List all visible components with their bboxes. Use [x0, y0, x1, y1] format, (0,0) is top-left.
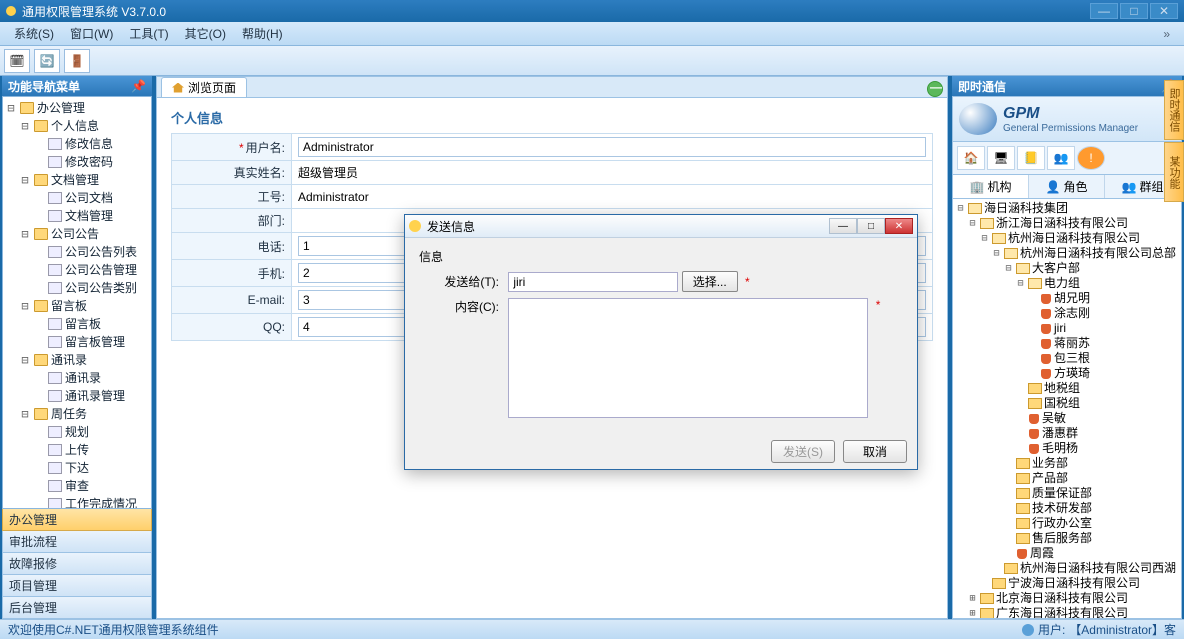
select-recipient-button[interactable]: 选择...	[682, 271, 738, 292]
accordion: 办公管理 审批流程 故障报修 项目管理 后台管理	[2, 509, 152, 619]
menu-bar: 系统(S) 窗口(W) 工具(T) 其它(O) 帮助(H) »	[0, 22, 1184, 46]
toolbar-refresh-icon[interactable]: 🔄	[34, 49, 60, 73]
status-user: 【Administrator】客	[1069, 621, 1176, 638]
accordion-backend[interactable]: 后台管理	[2, 597, 152, 619]
group-icon: 👥	[1122, 180, 1137, 194]
dialog-maximize-button[interactable]: □	[857, 218, 885, 234]
realname-cell: 超级管理员	[292, 161, 933, 185]
home-icon	[172, 83, 184, 93]
menu-tools[interactable]: 工具(T)	[121, 23, 176, 44]
minimize-button[interactable]: —	[1090, 3, 1118, 19]
gpm-subtitle: General Permissions Manager	[1003, 123, 1138, 134]
tree-root[interactable]: 办公管理	[37, 100, 85, 116]
im-screen-icon[interactable]: 🖥	[987, 146, 1015, 170]
window-title: 通用权限管理系统 V3.7.0.0	[22, 3, 166, 20]
message-content-input[interactable]	[508, 298, 868, 418]
send-message-dialog: 发送信息 — □ ✕ 信息 发送给(T): 选择... * 内容(C): * 发…	[404, 214, 918, 470]
menu-window[interactable]: 窗口(W)	[62, 23, 121, 44]
accordion-project[interactable]: 项目管理	[2, 575, 152, 597]
org-tree[interactable]: ⊟海日涵科技集团 ⊟浙江海日涵科技有限公司 ⊟杭州海日涵科技有限公司 ⊟杭州海日…	[952, 199, 1182, 619]
right-tabs: 🏢机构 👤角色 👥群组	[952, 175, 1182, 199]
person-icon	[1041, 369, 1051, 379]
nav-panel-title: 功能导航菜单	[8, 78, 80, 95]
tab-strip: 浏览页面	[156, 76, 948, 98]
tab-label: 浏览页面	[188, 79, 236, 96]
person-icon	[1029, 444, 1039, 454]
required-marker: *	[876, 298, 881, 312]
person-icon	[1041, 294, 1051, 304]
dialog-icon	[409, 220, 421, 232]
close-button[interactable]: ✕	[1150, 3, 1178, 19]
org-icon: 🏢	[970, 180, 985, 194]
menu-chevron-icon[interactable]: »	[1155, 25, 1178, 43]
form-title: 个人信息	[171, 108, 933, 127]
cancel-button[interactable]: 取消	[843, 440, 907, 463]
status-user-label: 用户:	[1038, 621, 1065, 638]
im-alert-icon[interactable]: !	[1077, 146, 1105, 170]
toolbar: 🗓 🔄 🚪	[0, 46, 1184, 76]
window-titlebar: 通用权限管理系统 V3.7.0.0 — □ ✕	[0, 0, 1184, 22]
person-icon	[1041, 324, 1051, 334]
person-icon	[1029, 429, 1039, 439]
maximize-button[interactable]: □	[1120, 3, 1148, 19]
recipient-label: 发送给(T):	[419, 273, 499, 290]
send-button[interactable]: 发送(S)	[771, 440, 835, 463]
accordion-office[interactable]: 办公管理	[2, 509, 152, 531]
nav-tree[interactable]: ⊟办公管理 ⊟个人信息 修改信息 修改密码 ⊟文档管理 公司文档 文档管理	[2, 96, 152, 509]
tab-org[interactable]: 🏢机构	[953, 175, 1029, 198]
recipient-input[interactable]	[508, 272, 678, 292]
user-icon	[1022, 624, 1034, 636]
gpm-logo-icon	[959, 103, 997, 135]
gpm-banner: GPM General Permissions Manager	[952, 96, 1182, 142]
username-input[interactable]	[298, 137, 926, 157]
status-welcome: 欢迎使用C#.NET通用权限管理系统组件	[8, 621, 219, 638]
dialog-titlebar[interactable]: 发送信息 — □ ✕	[405, 215, 917, 238]
tab-browse[interactable]: 浏览页面	[161, 77, 247, 97]
dialog-minimize-button[interactable]: —	[829, 218, 857, 234]
role-icon: 👤	[1046, 180, 1061, 194]
im-people-icon[interactable]: 👥	[1047, 146, 1075, 170]
workno-cell: Administrator	[292, 185, 933, 209]
required-marker: *	[745, 275, 750, 289]
tab-role[interactable]: 👤角色	[1029, 175, 1105, 198]
menu-help[interactable]: 帮助(H)	[234, 23, 291, 44]
gpm-name: GPM	[1003, 105, 1138, 123]
person-icon	[1041, 354, 1051, 364]
toolbar-exit-icon[interactable]: 🚪	[64, 49, 90, 73]
status-bar: 欢迎使用C#.NET通用权限管理系统组件 用户: 【Administrator】…	[0, 619, 1184, 639]
person-icon	[1029, 414, 1039, 424]
side-other-button[interactable]: 某功能	[1164, 142, 1184, 202]
dialog-group-label: 信息	[419, 248, 903, 265]
toolbar-calendar-icon[interactable]: 🗓	[4, 49, 30, 73]
menu-other[interactable]: 其它(O)	[177, 23, 234, 44]
app-icon	[6, 6, 16, 16]
im-book-icon[interactable]: 📒	[1017, 146, 1045, 170]
tab-collapse-button[interactable]	[927, 81, 943, 97]
accordion-approval[interactable]: 审批流程	[2, 531, 152, 553]
content-label: 内容(C):	[419, 298, 499, 315]
pin-icon[interactable]: 📌	[131, 79, 146, 93]
dialog-close-button[interactable]: ✕	[885, 218, 913, 234]
side-im-button[interactable]: 即时通信	[1164, 80, 1184, 140]
im-panel-header: 即时通信 📌	[952, 76, 1182, 96]
im-panel-title: 即时通信	[958, 78, 1006, 95]
im-toolbar: 🏠 🖥 📒 👥 !	[952, 142, 1182, 175]
menu-system[interactable]: 系统(S)	[6, 23, 62, 44]
im-home-icon[interactable]: 🏠	[957, 146, 985, 170]
accordion-fault[interactable]: 故障报修	[2, 553, 152, 575]
person-icon	[1017, 549, 1027, 559]
person-icon	[1041, 339, 1051, 349]
dialog-title: 发送信息	[427, 218, 475, 235]
nav-panel-header: 功能导航菜单 📌	[2, 76, 152, 96]
person-icon	[1041, 309, 1051, 319]
